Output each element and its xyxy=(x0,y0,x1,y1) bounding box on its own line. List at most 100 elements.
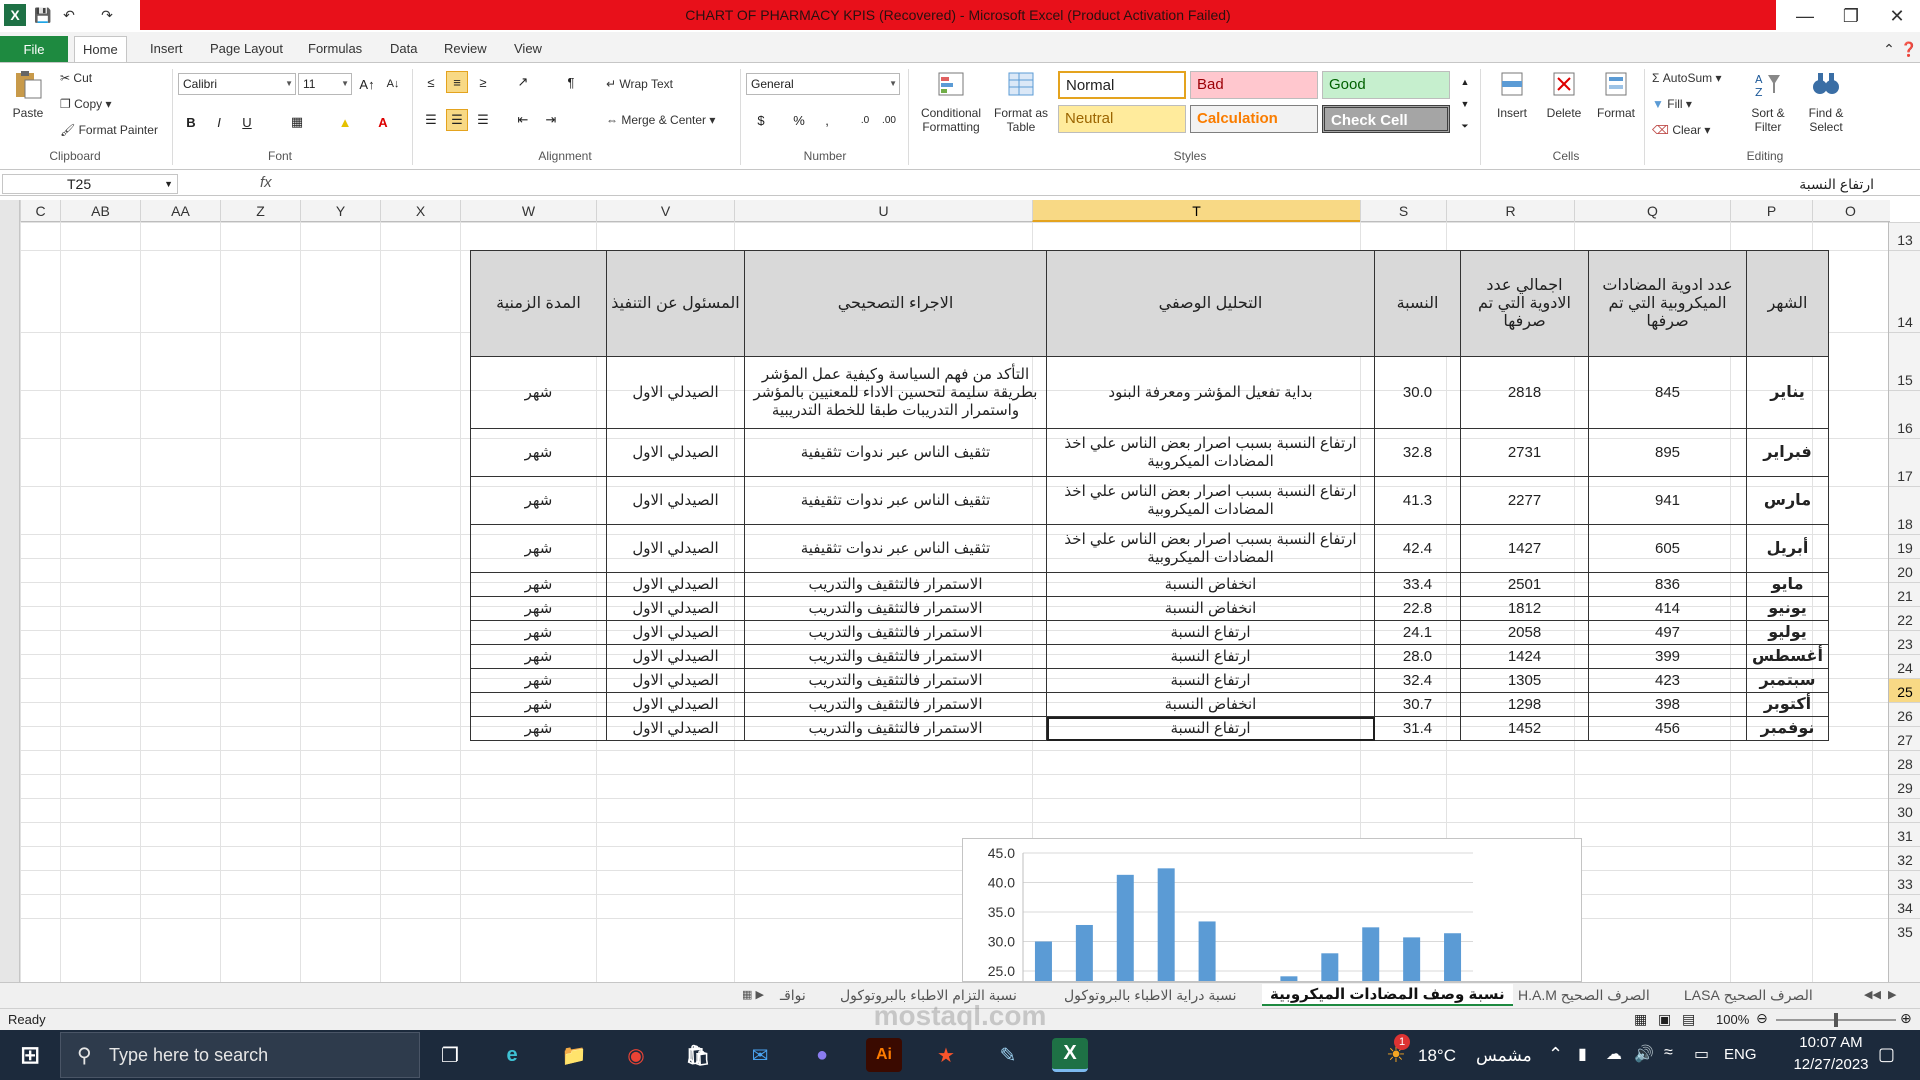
ratio-cell[interactable]: 30.0 xyxy=(1374,356,1461,429)
duration-cell[interactable]: شهر xyxy=(470,524,607,573)
row-header-15[interactable]: 15 xyxy=(1889,332,1920,390)
name-box[interactable]: T25 ▼ xyxy=(2,174,178,194)
header-antimicrobial-count[interactable]: عدد ادوية المضادات الميكروبية التي تم صر… xyxy=(1588,250,1747,357)
row-header-29[interactable]: 29 xyxy=(1889,774,1920,798)
page-break-view-icon[interactable]: ▤ xyxy=(1682,1011,1695,1028)
duration-cell[interactable]: شهر xyxy=(470,356,607,429)
fill-color-icon[interactable]: ▲ xyxy=(334,111,356,133)
row-header-21[interactable]: 21 xyxy=(1889,582,1920,606)
header-month[interactable]: الشهر xyxy=(1746,250,1829,357)
duration-cell[interactable]: شهر xyxy=(470,692,607,717)
style-bad[interactable]: Bad xyxy=(1190,71,1318,99)
save-icon[interactable]: 💾 xyxy=(32,4,54,26)
chart-bar[interactable] xyxy=(1362,927,1380,982)
number-format-select[interactable]: General ▼ xyxy=(746,73,900,95)
chart-bar[interactable] xyxy=(1034,941,1052,983)
responsible-cell[interactable]: الصيدلي الاول xyxy=(606,524,745,573)
row-header-31[interactable]: 31 xyxy=(1889,822,1920,846)
column-header-o[interactable]: O xyxy=(1812,200,1888,222)
column-header-p[interactable]: P xyxy=(1730,200,1812,222)
tab-data[interactable]: Data xyxy=(382,36,425,62)
column-header-v[interactable]: V xyxy=(596,200,734,222)
duration-cell[interactable]: شهر xyxy=(470,476,607,525)
column-header-t[interactable]: T xyxy=(1032,200,1360,222)
column-header-q[interactable]: Q xyxy=(1574,200,1730,222)
month-cell[interactable]: سبتمبر xyxy=(1746,668,1829,693)
header-analysis[interactable]: التحليل الوصفي xyxy=(1046,250,1375,357)
duration-cell[interactable]: شهر xyxy=(470,428,607,477)
insert-cells-button[interactable]: Insert xyxy=(1488,69,1536,120)
top-align-icon[interactable]: ≤ xyxy=(420,71,442,93)
antimicrobial-count-cell[interactable]: 414 xyxy=(1588,596,1747,621)
column-header-y[interactable]: Y xyxy=(300,200,380,222)
name-box-dropdown-icon[interactable]: ▼ xyxy=(164,175,173,193)
responsible-cell[interactable]: الصيدلي الاول xyxy=(606,596,745,621)
header-ratio[interactable]: النسبة xyxy=(1374,250,1461,357)
duration-cell[interactable]: شهر xyxy=(470,620,607,645)
antimicrobial-count-cell[interactable]: 836 xyxy=(1588,572,1747,597)
style-normal[interactable]: Normal xyxy=(1058,71,1186,99)
header-duration[interactable]: المدة الزمنية xyxy=(470,250,607,357)
close-icon[interactable]: ✕ xyxy=(1874,2,1920,30)
analysis-cell[interactable]: انخفاض النسبة xyxy=(1046,572,1375,597)
onedrive-icon[interactable]: ☁ xyxy=(1606,1044,1622,1064)
chart-bar[interactable] xyxy=(1198,921,1216,982)
language-indicator[interactable]: ENG xyxy=(1724,1046,1757,1063)
bold-button[interactable]: B xyxy=(180,111,202,133)
total-count-cell[interactable]: 1812 xyxy=(1460,596,1589,621)
total-count-cell[interactable]: 1298 xyxy=(1460,692,1589,717)
total-count-cell[interactable]: 2058 xyxy=(1460,620,1589,645)
antimicrobial-count-cell[interactable]: 605 xyxy=(1588,524,1747,573)
total-count-cell[interactable]: 1424 xyxy=(1460,644,1589,669)
row-header-22[interactable]: 22 xyxy=(1889,606,1920,630)
tray-chevron-icon[interactable]: ⌃ xyxy=(1548,1044,1563,1065)
font-size-select[interactable]: 11 ▼ xyxy=(298,73,352,95)
analysis-cell[interactable]: ارتفاع النسبة بسبب اصرار بعض الناس علي ا… xyxy=(1046,476,1375,525)
percent-icon[interactable]: % xyxy=(788,109,810,131)
formula-input[interactable]: ارتفاع النسبة xyxy=(284,174,1904,194)
column-header-x[interactable]: X xyxy=(380,200,460,222)
duration-cell[interactable]: شهر xyxy=(470,572,607,597)
total-count-cell[interactable]: 2501 xyxy=(1460,572,1589,597)
analysis-cell[interactable]: ارتفاع النسبة xyxy=(1046,668,1375,693)
autosum-button[interactable]: Σ AutoSum ▾ xyxy=(1652,71,1721,85)
total-count-cell[interactable]: 2818 xyxy=(1460,356,1589,429)
column-header-ab[interactable]: AB xyxy=(60,200,140,222)
tab-formulas[interactable]: Formulas xyxy=(300,36,370,62)
row-header-33[interactable]: 33 xyxy=(1889,870,1920,894)
minimize-icon[interactable]: — xyxy=(1782,2,1828,30)
corrective-action-cell[interactable]: الاستمرار فالتثقيف والتدريب xyxy=(744,692,1047,717)
wifi-icon[interactable]: ≈ xyxy=(1664,1044,1673,1062)
notifications-icon[interactable]: ▢ xyxy=(1878,1044,1895,1065)
responsible-cell[interactable]: الصيدلي الاول xyxy=(606,668,745,693)
total-count-cell[interactable]: 1452 xyxy=(1460,716,1589,741)
corrective-action-cell[interactable]: الاستمرار فالتثقيف والتدريب xyxy=(744,644,1047,669)
row-header-30[interactable]: 30 xyxy=(1889,798,1920,822)
format-as-table-button[interactable]: Format as Table xyxy=(990,69,1052,134)
vertical-scrollbar[interactable] xyxy=(0,200,20,982)
chart-bar[interactable] xyxy=(1444,933,1462,982)
row-header-26[interactable]: 26 xyxy=(1889,702,1920,726)
increase-indent-icon[interactable]: ⇥ xyxy=(540,109,562,131)
corrective-action-cell[interactable]: الاستمرار فالتثقيف والتدريب xyxy=(744,668,1047,693)
row-header-19[interactable]: 19 xyxy=(1889,534,1920,558)
analysis-cell[interactable]: ارتفاع النسبة بسبب اصرار بعض الناس علي ا… xyxy=(1046,428,1375,477)
month-cell[interactable]: يناير xyxy=(1746,356,1829,429)
month-cell[interactable]: مارس xyxy=(1746,476,1829,525)
merge-center-button[interactable]: ⇔ Merge & Center ▾ xyxy=(606,113,715,127)
row-header-16[interactable]: 16 xyxy=(1889,390,1920,438)
column-header-z[interactable]: Z xyxy=(220,200,300,222)
undo-icon[interactable]: ↶ xyxy=(58,4,80,26)
tab-page-layout[interactable]: Page Layout xyxy=(202,36,291,62)
corrective-action-cell[interactable]: الاستمرار فالتثقيف والتدريب xyxy=(744,596,1047,621)
ratio-chart[interactable]: 45.0 40.0 35.0 30.0 25.0 xyxy=(962,838,1582,982)
corrective-action-cell[interactable]: تثقيف الناس عبر ندوات تثقيفية xyxy=(744,428,1047,477)
total-count-cell[interactable]: 2731 xyxy=(1460,428,1589,477)
row-header-14[interactable]: 14 xyxy=(1889,250,1920,332)
responsible-cell[interactable]: الصيدلي الاول xyxy=(606,572,745,597)
store-icon[interactable]: 🛍 xyxy=(680,1038,716,1072)
task-view-icon[interactable]: ❐ xyxy=(432,1038,468,1072)
font-name-select[interactable]: Calibri ▼ xyxy=(178,73,296,95)
corrective-action-cell[interactable]: الاستمرار فالتثقيف والتدريب xyxy=(744,620,1047,645)
align-right-icon[interactable]: ☰ xyxy=(472,109,494,131)
